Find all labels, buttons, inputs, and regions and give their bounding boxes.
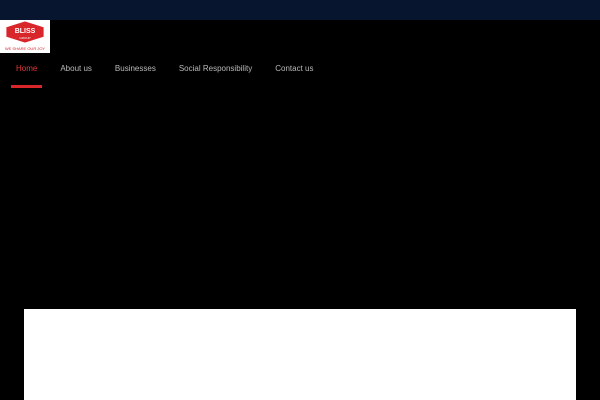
nav-item-contact-us[interactable]: Contact us	[270, 62, 318, 76]
nav-item-label: Businesses	[114, 64, 156, 73]
top-bar	[0, 0, 600, 20]
nav-item-label: Home	[16, 64, 38, 73]
hero-area	[0, 90, 600, 310]
nav-item-label: About us	[60, 64, 92, 73]
nav-item-label: Social Responsibility	[178, 64, 253, 73]
logo-sub-text: GROUP	[19, 36, 30, 40]
nav-item-social-responsibility[interactable]: Social Responsibility	[174, 62, 257, 76]
nav-item-about-us[interactable]: About us	[55, 62, 97, 76]
logo-tagline: WE SHARE OUR JOY	[5, 46, 46, 51]
bliss-logo[interactable]: BLISS GROUP WE SHARE OUR JOY	[0, 20, 50, 53]
nav-item-label: Contact us	[275, 64, 314, 73]
active-nav-underline	[11, 85, 42, 88]
content-panel	[24, 309, 576, 400]
bliss-logo-emblem: BLISS GROUP WE SHARE OUR JOY	[5, 20, 46, 51]
logo-brand-text: BLISS	[15, 28, 36, 35]
nav-item-businesses[interactable]: Businesses	[110, 62, 161, 76]
nav-item-home[interactable]: Home	[11, 62, 42, 88]
main-nav: Home About us Businesses Social Responsi…	[11, 62, 331, 90]
page: BLISS GROUP WE SHARE OUR JOY Home About …	[0, 0, 600, 400]
